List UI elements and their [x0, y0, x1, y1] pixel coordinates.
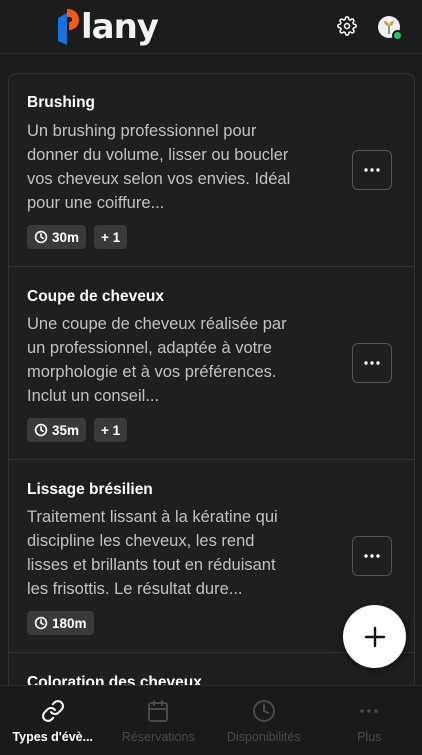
extra-badge: + 1	[94, 418, 128, 442]
avatar[interactable]	[378, 16, 403, 41]
event-description: Une coupe de cheveux réalisée par un pro…	[27, 315, 287, 405]
duration-badge: 30m	[27, 225, 87, 249]
nav-item-event-types[interactable]: Types d'évè...	[0, 686, 106, 755]
event-description: Traitement lissant à la kératine qui dis…	[27, 508, 278, 598]
link-icon	[41, 700, 64, 722]
event-types-list: Brushing Un brushing professionnel pour …	[8, 73, 415, 693]
online-status-dot	[392, 30, 403, 41]
nav-label: Disponibilités	[226, 730, 301, 744]
more-options-button[interactable]	[352, 343, 392, 383]
more-options-button[interactable]	[352, 150, 392, 190]
event-card[interactable]: Brushing Un brushing professionnel pour …	[9, 74, 414, 267]
duration-label: 35m	[52, 422, 80, 438]
clock-icon	[34, 616, 48, 630]
duration-badge: 180m	[27, 611, 94, 635]
app-header: lany	[0, 0, 422, 54]
logo-mark-icon	[58, 9, 79, 45]
duration-label: 180m	[52, 615, 87, 631]
nav-label: Réservations	[121, 730, 195, 744]
more-horizontal-icon	[364, 168, 380, 172]
add-event-button[interactable]	[343, 605, 406, 668]
more-options-button[interactable]	[352, 536, 392, 576]
event-badges: 30m + 1	[27, 225, 128, 249]
nav-label: Types d'évè...	[12, 730, 94, 744]
event-title: Coupe de cheveux	[27, 288, 164, 305]
duration-label: 30m	[52, 229, 80, 245]
extra-label: + 1	[101, 229, 121, 245]
clock-icon	[34, 230, 48, 244]
logo-text: lany	[81, 7, 159, 47]
extra-label: + 1	[101, 422, 121, 438]
more-icon	[360, 709, 379, 713]
event-description: Un brushing professionnel pour donner du…	[27, 122, 291, 212]
nav-item-more[interactable]: Plus	[317, 686, 422, 755]
nav-item-reservations[interactable]: Réservations	[106, 686, 212, 755]
gear-icon[interactable]	[337, 16, 357, 36]
plany-logo[interactable]: lany	[56, 7, 159, 47]
clock-icon	[34, 423, 48, 437]
nav-label: Plus	[357, 730, 382, 744]
nav-item-availability[interactable]: Disponibilités	[211, 686, 317, 755]
event-badges: 180m	[27, 611, 94, 635]
event-card[interactable]: Coupe de cheveux Une coupe de cheveux ré…	[9, 267, 414, 460]
event-badges: 35m + 1	[27, 418, 128, 442]
plus-icon	[364, 626, 385, 647]
event-title: Lissage brésilien	[27, 481, 153, 498]
more-horizontal-icon	[364, 361, 380, 365]
bottom-navigation: Types d'évè... Réservations Disponibilit…	[0, 685, 422, 755]
event-title: Brushing	[27, 94, 96, 111]
extra-badge: + 1	[94, 225, 128, 249]
more-horizontal-icon	[364, 554, 380, 558]
clock-icon	[252, 700, 275, 722]
duration-badge: 35m	[27, 418, 87, 442]
calendar-icon	[148, 700, 169, 722]
